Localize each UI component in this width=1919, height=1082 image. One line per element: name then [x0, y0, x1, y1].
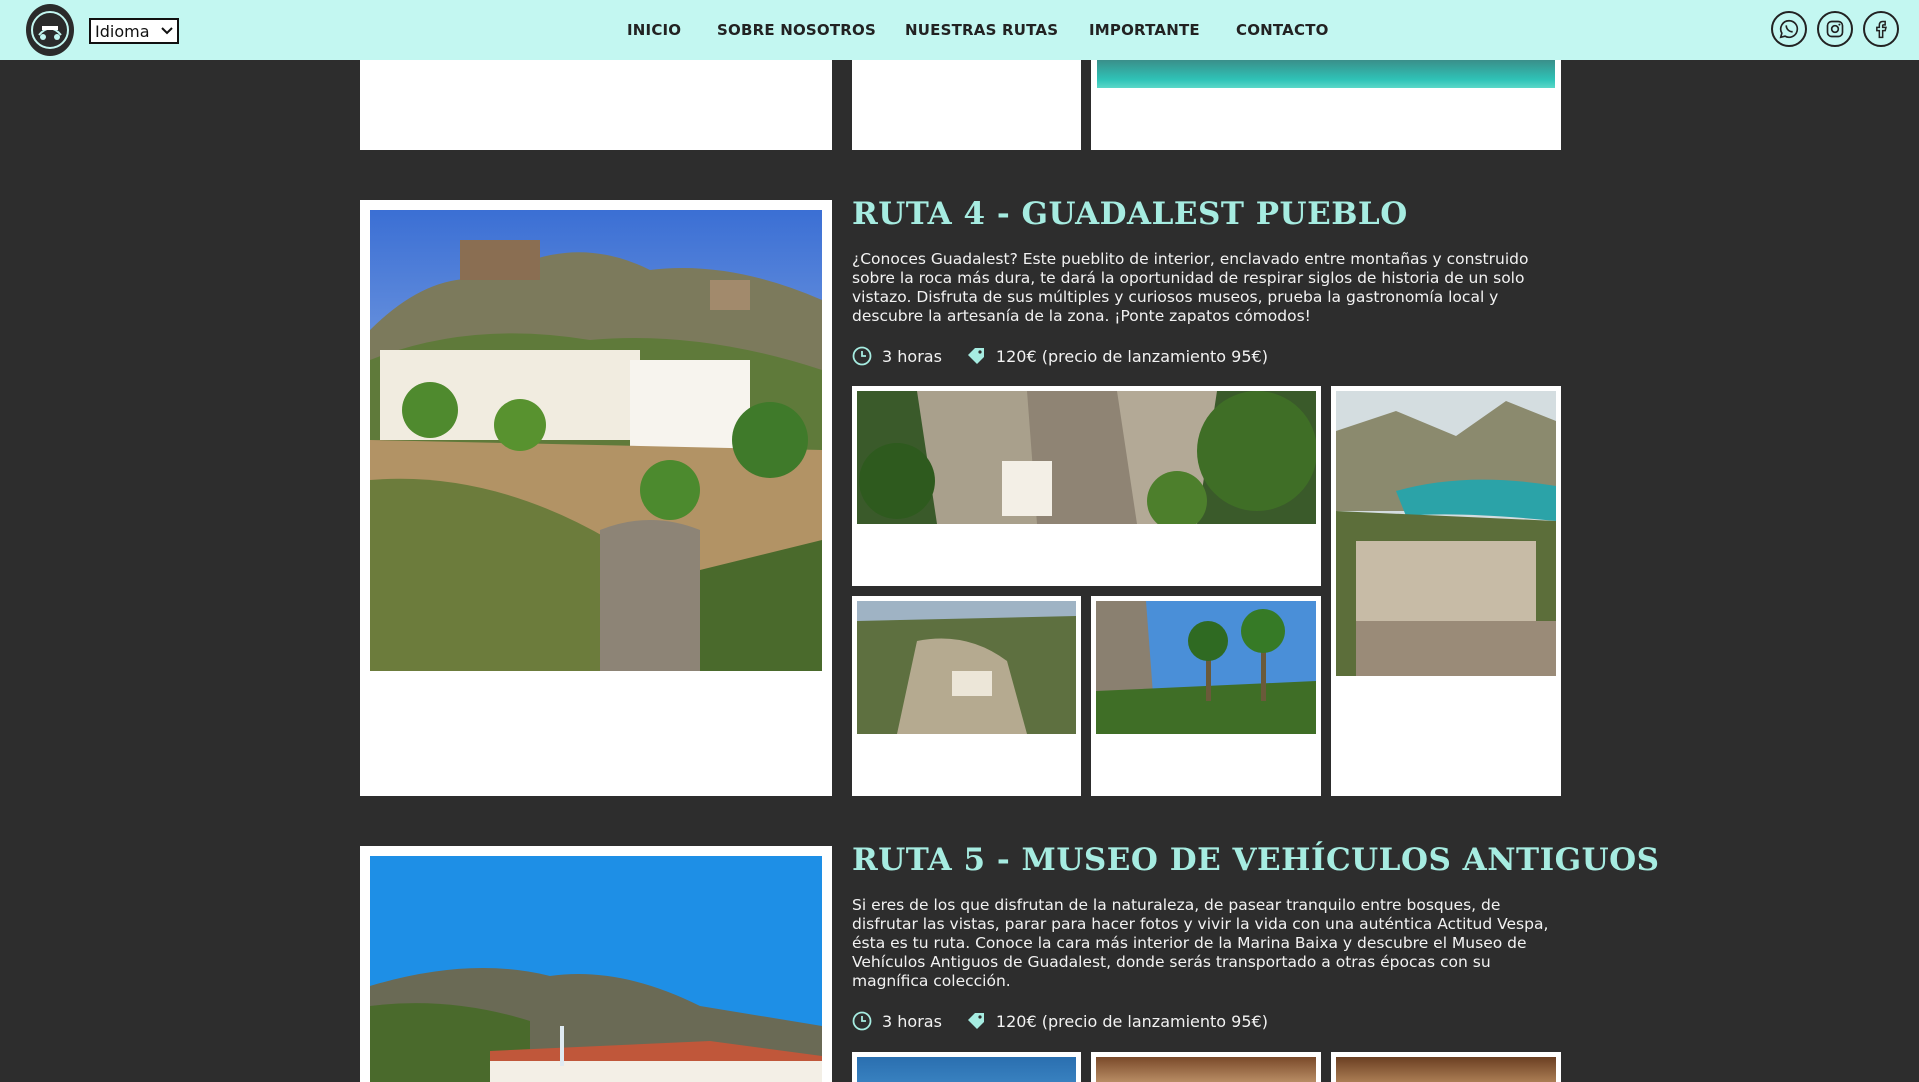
route4-gallery-small-card-2: [1091, 596, 1321, 796]
nav-importante[interactable]: IMPORTANTE: [1089, 21, 1200, 39]
route4-meta: 3 horas 120€ (precio de lanzamiento 95€): [852, 345, 1268, 367]
route4-palm-photo[interactable]: [1096, 601, 1316, 734]
price-tag-icon: [966, 346, 986, 366]
route4-description: ¿Conoces Guadalest? Este pueblito de int…: [852, 250, 1529, 325]
route5-description: Si eres de los que disfrutan de la natur…: [852, 896, 1549, 990]
clock-icon: [852, 346, 872, 366]
site-header: Idioma INICIO SOBRE NOSOTROS NUESTRAS RU…: [0, 0, 1919, 60]
main-nav: INICIO SOBRE NOSOTROS NUESTRAS RUTAS IMP…: [0, 0, 1919, 60]
route4-main-photo[interactable]: [370, 210, 822, 671]
route4-title: RUTA 4 - GUADALEST PUEBLO: [852, 196, 1408, 232]
route4-duration: 3 horas: [882, 346, 942, 366]
instagram-icon[interactable]: [1817, 11, 1853, 47]
route4-reservoir-photo[interactable]: [1336, 391, 1556, 676]
nav-sobre-nosotros[interactable]: SOBRE NOSOTROS: [717, 21, 876, 39]
route5-gallery-card-3: [1331, 1052, 1561, 1082]
facebook-icon[interactable]: [1863, 11, 1899, 47]
nav-contacto[interactable]: CONTACTO: [1236, 21, 1329, 39]
route5-main-card: [360, 846, 832, 1082]
route4-price: 120€ (precio de lanzamiento 95€): [995, 346, 1268, 366]
route5-gallery-card-2: [1091, 1052, 1321, 1082]
prev-route-sea-photo[interactable]: [1097, 60, 1555, 88]
route5-meta: 3 horas 120€ (precio de lanzamiento 95€): [852, 1010, 1268, 1032]
clock-icon: [852, 1011, 872, 1031]
price-tag-icon: [966, 1011, 986, 1031]
route4-gallery-small-card-1: [852, 596, 1081, 796]
route4-cliff-house-photo[interactable]: [857, 391, 1316, 524]
route5-price: 120€ (precio de lanzamiento 95€): [995, 1011, 1268, 1031]
route4-aerial-photo[interactable]: [857, 601, 1076, 734]
route4-gallery-tall-card: [1331, 386, 1561, 796]
whatsapp-icon[interactable]: [1771, 11, 1807, 47]
nav-nuestras-rutas[interactable]: NUESTRAS RUTAS: [905, 21, 1058, 39]
route5-gallery-card-1: [852, 1052, 1081, 1082]
route5-photo-3[interactable]: [1336, 1057, 1556, 1082]
nav-inicio[interactable]: INICIO: [627, 21, 681, 39]
route5-main-photo[interactable]: [370, 856, 822, 1082]
route4-gallery-wide-card: [852, 386, 1321, 586]
route5-photo-1[interactable]: [857, 1057, 1076, 1082]
route4-main-card: [360, 200, 832, 796]
route5-duration: 3 horas: [882, 1011, 942, 1031]
route5-photo-2[interactable]: [1096, 1057, 1316, 1082]
route5-title: RUTA 5 - MUSEO DE VEHÍCULOS ANTIGUOS: [852, 842, 1660, 878]
